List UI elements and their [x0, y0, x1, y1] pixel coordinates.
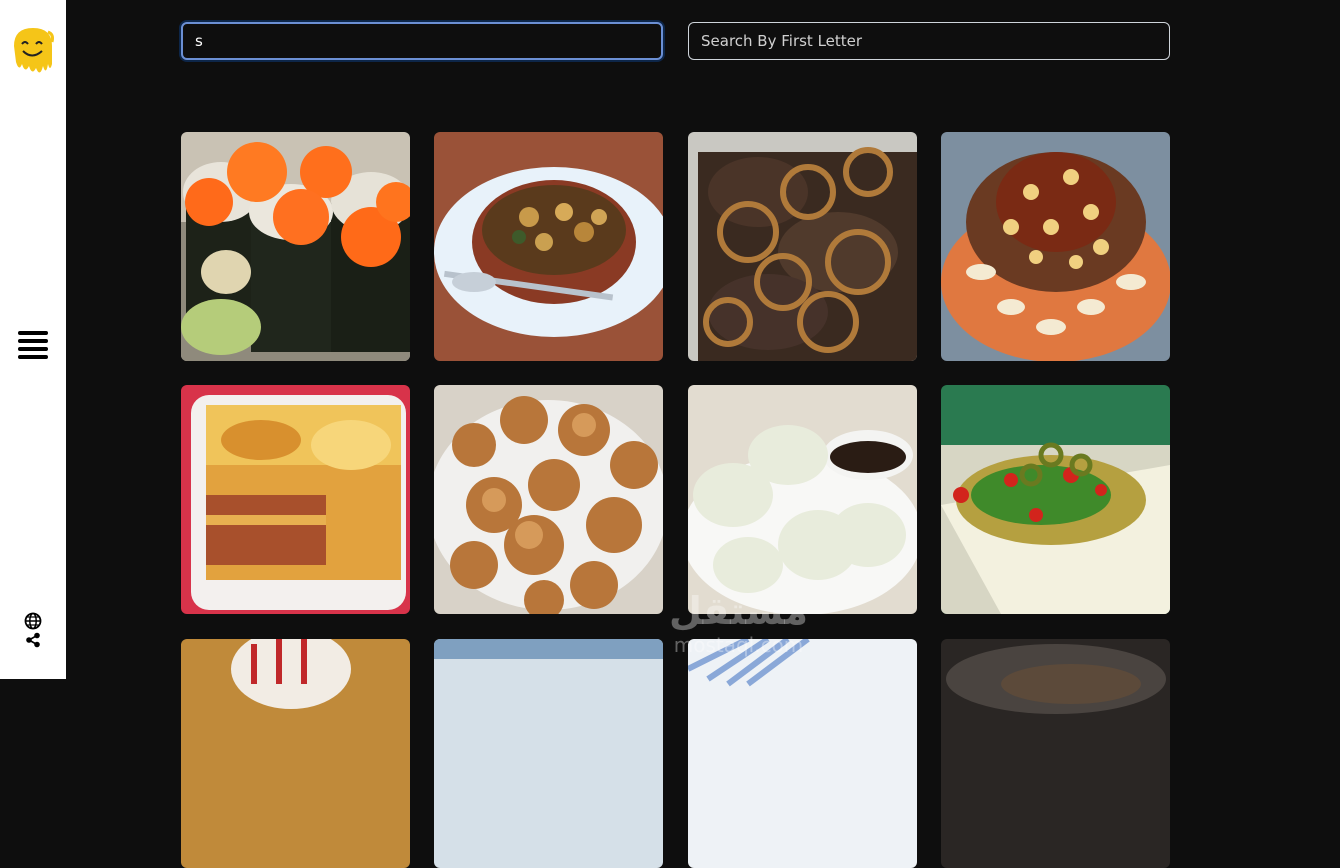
search-by-first-letter-input[interactable] [688, 22, 1170, 60]
meal-card-nachos[interactable] [941, 385, 1170, 614]
globe-icon[interactable] [24, 612, 42, 630]
food-image [688, 639, 917, 868]
watermark: مستقل mostaql.com [656, 588, 821, 668]
sidebar [0, 0, 66, 679]
main-content: مستقل mostaql.com [66, 0, 1340, 868]
dumplings-image [688, 385, 917, 614]
search-by-name-input[interactable] [181, 22, 663, 60]
meal-card-koshari[interactable] [941, 132, 1170, 361]
meal-card-9[interactable] [181, 639, 410, 868]
food-image [941, 639, 1170, 868]
meal-card-stew[interactable] [434, 132, 663, 361]
watermark-latin: mostaql.com [673, 633, 804, 657]
share-icon[interactable] [25, 632, 41, 648]
meal-card-11[interactable] [688, 639, 917, 868]
food-image [434, 639, 663, 868]
stew-image [434, 132, 663, 361]
nachos-image [941, 385, 1170, 614]
meal-card-12[interactable] [941, 639, 1170, 868]
meal-card-lasagne[interactable] [181, 385, 410, 614]
meal-card-liver[interactable] [688, 132, 917, 361]
smiling-face-logo[interactable] [10, 24, 56, 80]
hamburger-menu-icon[interactable] [18, 331, 48, 361]
watermark-arabic: مستقل [669, 589, 808, 633]
meal-card-dumplings[interactable] [688, 385, 917, 614]
koshari-image [941, 132, 1170, 361]
fritters-image [434, 385, 663, 614]
meal-card-fritters[interactable] [434, 385, 663, 614]
food-image [181, 639, 410, 868]
meal-card-10[interactable] [434, 639, 663, 868]
lasagne-image [181, 385, 410, 614]
meal-card-sushi[interactable] [181, 132, 410, 361]
liver-image [688, 132, 917, 361]
sushi-image [181, 132, 410, 361]
